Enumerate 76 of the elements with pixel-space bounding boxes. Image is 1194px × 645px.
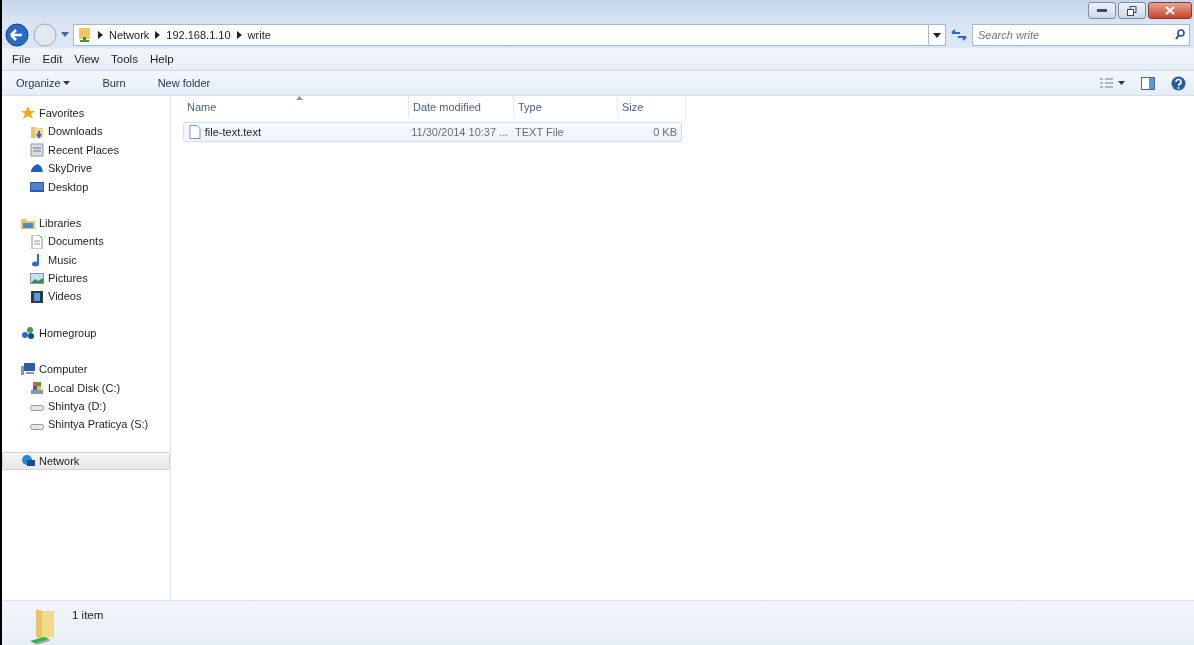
network-folder-icon	[78, 27, 92, 43]
menu-item[interactable]: Tools	[105, 50, 144, 69]
chevron-icon[interactable]	[236, 31, 242, 39]
windows-drive-icon	[30, 380, 44, 395]
menu-item[interactable]: File	[6, 50, 37, 69]
refresh-button[interactable]	[950, 28, 968, 42]
table-cell-text: 11/30/2014 10:37 ...	[410, 124, 510, 140]
search-field[interactable]: Search write	[972, 24, 1190, 46]
sidebar-item[interactable]: Libraries	[2, 213, 170, 233]
column-header[interactable]: Type	[514, 96, 618, 118]
sidebar-item[interactable]: Shintya Praticya (S:)	[2, 415, 170, 434]
network-icon	[21, 454, 35, 469]
sort-arrow-icon	[296, 96, 303, 100]
history-dropdown-icon[interactable]	[61, 32, 69, 38]
sidebar-item[interactable]: Network	[2, 451, 170, 471]
chevron-icon[interactable]	[98, 31, 103, 39]
computer-icon	[21, 362, 35, 377]
item-count: 1 item	[72, 608, 104, 623]
text-file-icon	[188, 125, 202, 139]
star-icon	[21, 106, 35, 121]
film-icon	[30, 289, 44, 304]
back-button[interactable]	[5, 23, 29, 47]
homegroup-icon	[21, 326, 35, 341]
sidebar-item[interactable]: Favorites	[2, 104, 170, 123]
table-cell-text: TEXT File	[514, 124, 565, 140]
close-button[interactable]	[1148, 2, 1192, 19]
sidebar-item[interactable]: Documents	[2, 232, 170, 251]
file-row[interactable]: file-text.text 11/30/2014 10:37 ... TEXT File 0 KB	[183, 122, 682, 142]
sidebar-item[interactable]: Desktop	[2, 177, 170, 196]
file-name: file-text.text	[204, 124, 261, 140]
search-icon	[1175, 29, 1185, 40]
address-bar[interactable]: Network 192.168.1.10 write	[73, 24, 929, 46]
image-icon	[30, 271, 44, 286]
toolbar-button[interactable]: Organize	[12, 74, 75, 92]
drive-icon	[30, 405, 44, 412]
breadcrumb-link[interactable]: write	[247, 26, 271, 44]
menu-item[interactable]: Edit	[36, 50, 69, 69]
sidebar-item[interactable]: Recent Places	[2, 140, 170, 160]
close-icon	[1165, 6, 1175, 15]
caret-icon	[1118, 81, 1125, 85]
breadcrumb-link[interactable]: 192.168.1.10	[166, 26, 231, 44]
caret-icon	[63, 81, 71, 85]
sidebar-item[interactable]: Videos	[2, 287, 170, 306]
details-view-icon	[1099, 78, 1113, 88]
restore-icon	[1127, 5, 1137, 16]
document-icon	[30, 234, 44, 249]
drive-icon	[30, 423, 44, 430]
column-header[interactable]: Size	[618, 96, 686, 118]
sidebar-item[interactable]: Shintya (D:)	[2, 397, 170, 416]
help-button[interactable]	[1171, 75, 1186, 91]
chevron-icon[interactable]	[155, 31, 161, 39]
preview-pane-button[interactable]	[1141, 76, 1155, 90]
menu-item[interactable]: Help	[143, 50, 180, 69]
sidebar-item[interactable]: SkyDrive	[2, 159, 170, 178]
toolbar-button[interactable]: Burn	[98, 74, 130, 92]
view-options-button[interactable]	[1099, 78, 1125, 88]
minimize-button[interactable]	[1088, 2, 1116, 19]
library-icon	[21, 216, 35, 231]
sidebar-item[interactable]: Pictures	[2, 269, 170, 288]
dropdown-icon[interactable]	[933, 32, 941, 38]
table-cell-text: 0 KB	[652, 124, 678, 140]
desktop-icon	[30, 179, 44, 194]
restore-button[interactable]	[1118, 2, 1146, 19]
sidebar-item[interactable]: Local Disk (C:)	[2, 378, 170, 398]
toolbar-button[interactable]: New folder	[153, 74, 215, 92]
recent-places-icon	[30, 142, 44, 157]
column-header[interactable]: Date modified	[409, 96, 514, 118]
minimize-icon	[1097, 8, 1107, 13]
sidebar-item[interactable]: Downloads	[2, 122, 170, 141]
breadcrumb-link[interactable]: Network	[109, 26, 150, 44]
column-header[interactable]: Name	[183, 96, 409, 118]
downloads-folder-icon	[30, 124, 44, 139]
sidebar-item[interactable]: Computer	[2, 360, 170, 379]
sidebar-item[interactable]: Music	[2, 250, 170, 270]
menu-item[interactable]: View	[68, 50, 106, 69]
sidebar-item[interactable]: Homegroup	[2, 323, 170, 343]
